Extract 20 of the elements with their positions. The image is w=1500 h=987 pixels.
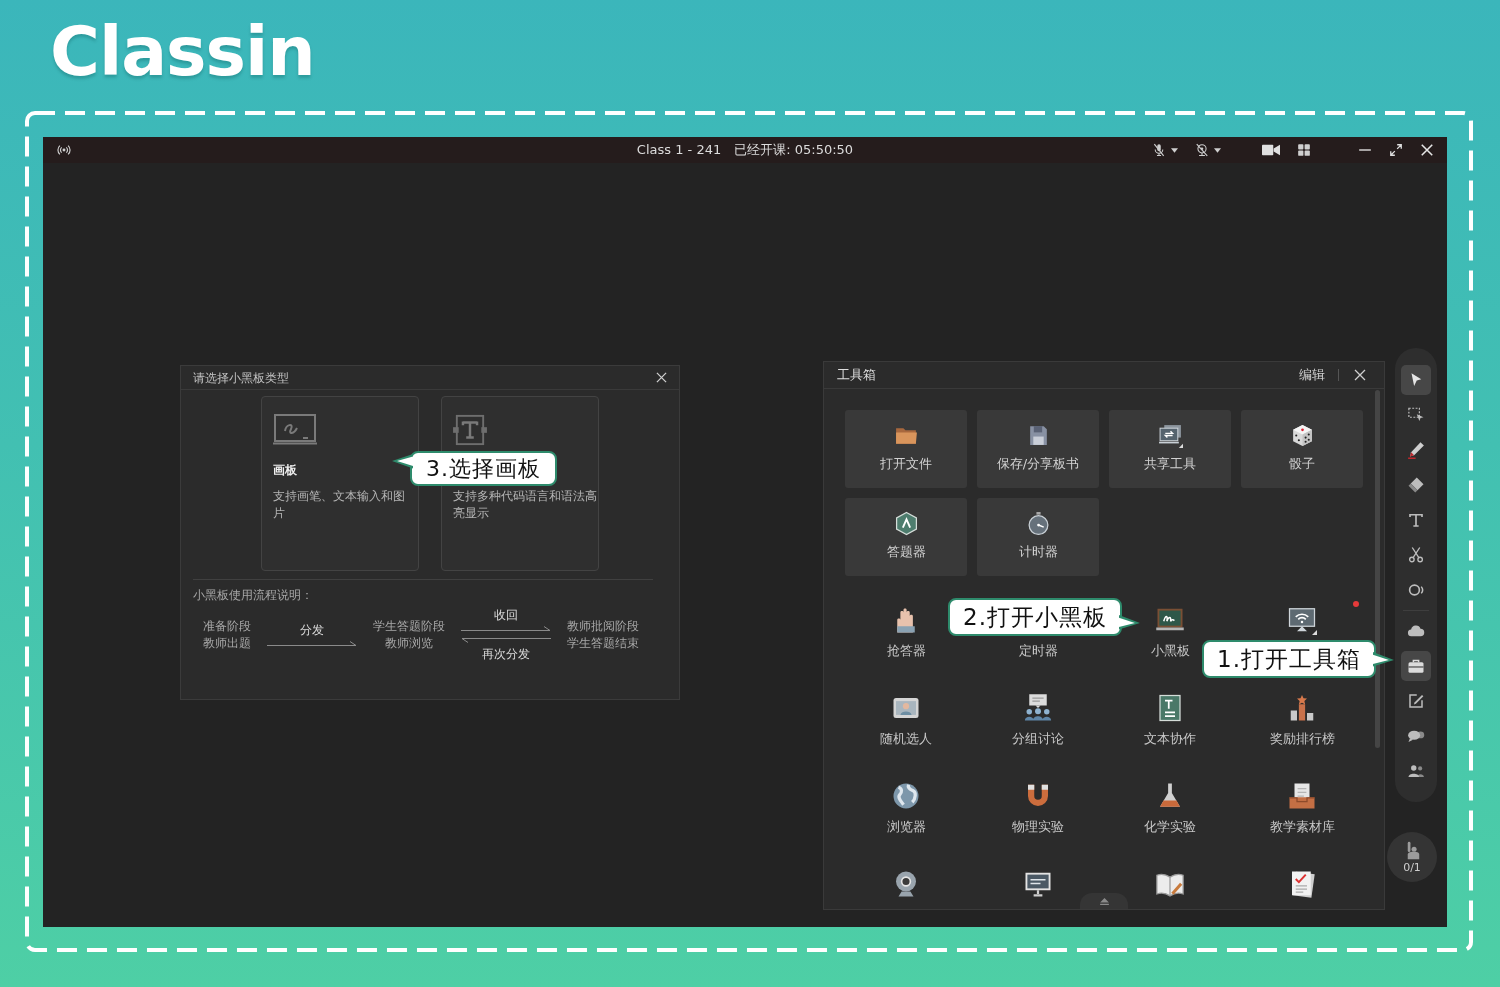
panel-title: 工具箱 [837, 366, 876, 384]
callout-tooltip: 1.打开工具箱 [1202, 640, 1394, 678]
window-title: Class 1 - 241 [636, 141, 722, 159]
arrow-label: 分发 [300, 622, 324, 638]
flow-title: 小黑板使用流程说明： [193, 587, 313, 603]
flow-step-text: 准备阶段 [203, 617, 251, 635]
card-description: 支持画笔、文本输入和图片 [273, 488, 406, 522]
flow-step-text: 教师出题 [203, 634, 251, 652]
card-title: 画板 [273, 462, 297, 478]
callout-tooltip: 2.打开小黑板 [948, 598, 1140, 636]
logo-text: Classin [50, 12, 315, 92]
flow-step-text: 学生答题阶段 [373, 617, 445, 635]
flow-step-text: 学生答题结束 [567, 634, 639, 652]
elapsed-time: 已经开课: 05:50:50 [734, 141, 854, 159]
dialog-title: 请选择小黑板类型 [193, 369, 289, 386]
card-description: 支持多种代码语言和语法高亮显示 [453, 488, 598, 522]
arrow-label: 收回 [494, 607, 518, 623]
flow-step-text: 教师批阅阶段 [567, 617, 639, 635]
arrow-label: 再次分发 [482, 646, 530, 662]
flow-step-text: 教师浏览 [385, 634, 433, 652]
